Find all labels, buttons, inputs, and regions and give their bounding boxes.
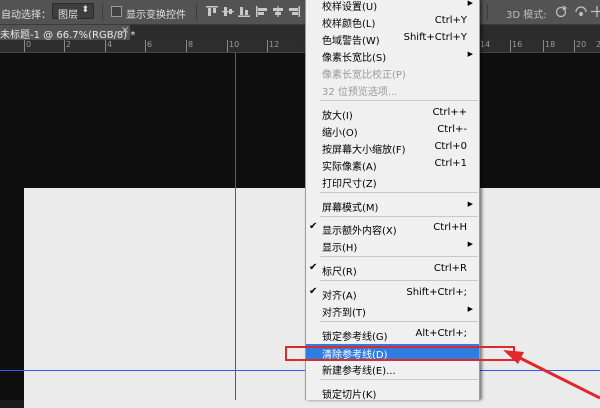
annotation-arrow-icon xyxy=(503,350,600,400)
